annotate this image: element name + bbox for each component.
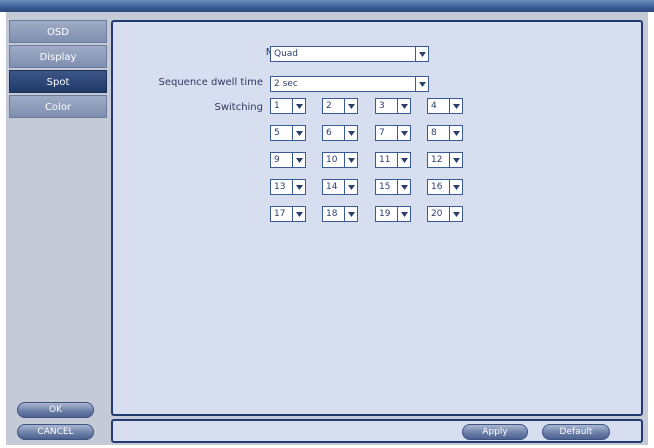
switching-select[interactable]: 10 <box>322 152 358 168</box>
chevron-down-icon[interactable] <box>292 99 305 113</box>
sidebar-item-color[interactable]: Color <box>9 95 107 118</box>
chevron-down-icon[interactable] <box>344 99 357 113</box>
switching-value: 15 <box>379 182 391 192</box>
switching-value: 1 <box>274 101 280 111</box>
switching-value: 2 <box>326 101 332 111</box>
switching-select[interactable]: 6 <box>322 125 358 141</box>
chevron-down-icon[interactable] <box>449 99 462 113</box>
switching-select[interactable]: 19 <box>375 206 411 222</box>
chevron-down-icon[interactable] <box>397 180 410 194</box>
switching-select[interactable]: 14 <box>322 179 358 195</box>
switching-select[interactable]: 2 <box>322 98 358 114</box>
chevron-down-icon[interactable] <box>415 77 428 91</box>
mode-value: Quad <box>274 49 299 59</box>
switching-value: 19 <box>379 209 391 219</box>
switching-value: 16 <box>431 182 443 192</box>
switching-value: 12 <box>431 155 443 165</box>
chevron-down-icon[interactable] <box>344 126 357 140</box>
chevron-down-icon[interactable] <box>344 153 357 167</box>
switching-select[interactable]: 11 <box>375 152 411 168</box>
switching-select[interactable]: 8 <box>427 125 463 141</box>
switching-select[interactable]: 18 <box>322 206 358 222</box>
sidebar-item-spot[interactable]: Spot <box>9 70 107 93</box>
ok-button[interactable]: OK <box>17 402 94 418</box>
dwell-time-select[interactable]: 2 sec <box>270 76 429 92</box>
default-button[interactable]: Default <box>542 424 610 440</box>
switching-value: 14 <box>326 182 338 192</box>
switching-value: 17 <box>274 209 286 219</box>
switching-select[interactable]: 16 <box>427 179 463 195</box>
chevron-down-icon[interactable] <box>292 207 305 221</box>
switching-select[interactable]: 17 <box>270 206 306 222</box>
switching-select[interactable]: 7 <box>375 125 411 141</box>
mode-select[interactable]: Quad <box>270 46 429 62</box>
chevron-down-icon[interactable] <box>449 126 462 140</box>
title-bar <box>0 0 654 12</box>
apply-button[interactable]: Apply <box>462 424 528 440</box>
chevron-down-icon[interactable] <box>292 153 305 167</box>
switching-value: 13 <box>274 182 286 192</box>
switching-select[interactable]: 1 <box>270 98 306 114</box>
chevron-down-icon[interactable] <box>397 207 410 221</box>
chevron-down-icon[interactable] <box>397 99 410 113</box>
switching-value: 6 <box>326 128 332 138</box>
switching-select[interactable]: 13 <box>270 179 306 195</box>
chevron-down-icon[interactable] <box>397 126 410 140</box>
chevron-down-icon[interactable] <box>415 47 428 61</box>
switching-value: 5 <box>274 128 280 138</box>
switching-value: 4 <box>431 101 437 111</box>
switching-select[interactable]: 3 <box>375 98 411 114</box>
chevron-down-icon[interactable] <box>449 207 462 221</box>
switching-value: 3 <box>379 101 385 111</box>
chevron-down-icon[interactable] <box>344 180 357 194</box>
switching-value: 8 <box>431 128 437 138</box>
chevron-down-icon[interactable] <box>292 126 305 140</box>
switching-value: 9 <box>274 155 280 165</box>
chevron-down-icon[interactable] <box>344 207 357 221</box>
button-bar: Apply Default <box>111 419 643 443</box>
switching-select[interactable]: 20 <box>427 206 463 222</box>
switching-value: 20 <box>431 209 443 219</box>
switching-select[interactable]: 4 <box>427 98 463 114</box>
sidebar-item-display[interactable]: Display <box>9 45 107 68</box>
switching-select[interactable]: 9 <box>270 152 306 168</box>
switching-value: 18 <box>326 209 338 219</box>
chevron-down-icon[interactable] <box>449 153 462 167</box>
switching-value: 10 <box>326 155 338 165</box>
cancel-button[interactable]: CANCEL <box>17 424 94 440</box>
dwell-time-label: Sequence dwell time <box>158 77 263 88</box>
switching-value: 11 <box>379 155 391 165</box>
switching-select[interactable]: 15 <box>375 179 411 195</box>
sidebar: OSD Display Spot Color <box>9 20 107 120</box>
switching-select[interactable]: 5 <box>270 125 306 141</box>
switching-label: Switching <box>214 102 263 113</box>
chevron-down-icon[interactable] <box>397 153 410 167</box>
chevron-down-icon[interactable] <box>449 180 462 194</box>
switching-value: 7 <box>379 128 385 138</box>
switching-select[interactable]: 12 <box>427 152 463 168</box>
settings-panel: Mode Quad Sequence dwell time 2 sec Swit… <box>111 20 643 416</box>
dwell-time-value: 2 sec <box>274 79 298 89</box>
sidebar-item-osd[interactable]: OSD <box>9 20 107 43</box>
chevron-down-icon[interactable] <box>292 180 305 194</box>
